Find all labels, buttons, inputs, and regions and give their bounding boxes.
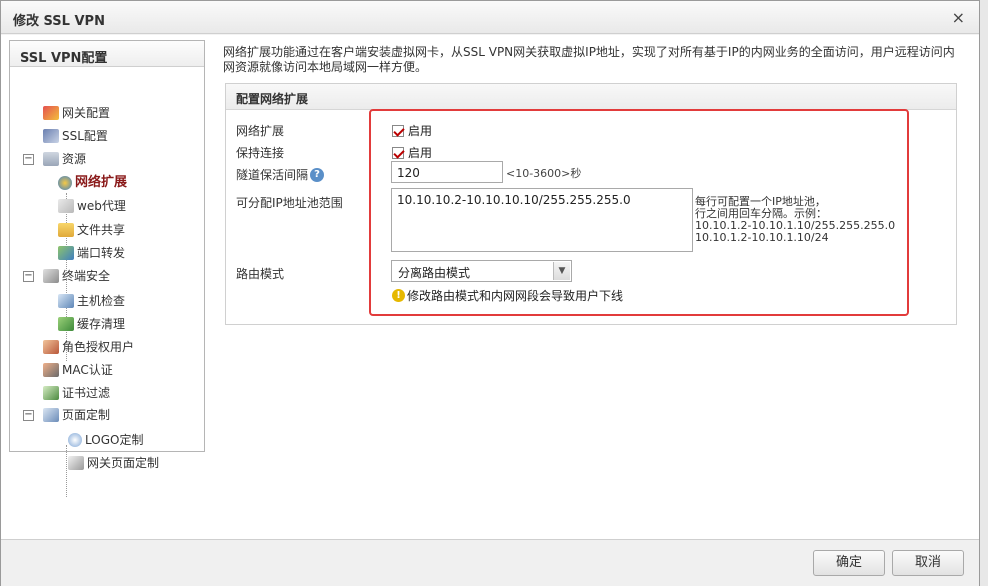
network-extension-description: 网络扩展功能通过在客户端安装虚拟网卡，从SSL VPN网关获取虚拟IP地址，实现… (223, 45, 955, 74)
tree-item-web-proxy[interactable]: web代理 (58, 196, 126, 216)
keepalive-label: 保持连接 (236, 146, 285, 160)
tree-item-label: 终端安全 (62, 269, 111, 283)
tree-item-mac-auth[interactable]: MAC认证 (43, 360, 113, 380)
warning-icon: ! (392, 289, 405, 302)
ip-pool-label: 可分配IP地址池范围 (236, 196, 343, 210)
network-extension-section: 配置网络扩展 网络扩展 启用 保持连接 启用 隧道保活间隔 ? 120 <10-… (225, 83, 957, 325)
tree-item-label: SSL配置 (62, 129, 108, 143)
folder-icon (58, 223, 74, 237)
route-warning: ! 修改路由模式和内网网段会导致用户下线 (392, 287, 623, 304)
host-check-icon (58, 294, 74, 308)
collapse-endpoint-security-toggle[interactable]: − (23, 271, 34, 282)
tree-item-page-custom[interactable]: 页面定制 (43, 405, 110, 425)
background-window-edge (980, 0, 988, 586)
tree-item-logo-custom[interactable]: LOGO定制 (68, 430, 143, 450)
checkbox-label: 启用 (408, 146, 433, 160)
tree-item-label: 角色授权用户 (62, 340, 135, 354)
dialog-title: 修改 SSL VPN (13, 14, 105, 29)
edit-ssl-vpn-dialog: 修改 SSL VPN × SSL VPN配置 网关配置 SSL配置 − 资源 网… (0, 0, 980, 586)
close-icon[interactable]: × (952, 8, 965, 27)
tree-item-network-extension[interactable]: 网络扩展 (58, 173, 127, 193)
tunnel-interval-text: 隧道保活间隔 (236, 168, 309, 182)
tree-header: SSL VPN配置 (10, 41, 204, 67)
route-warning-text: 修改路由模式和内网网段会导致用户下线 (407, 289, 624, 303)
help-icon[interactable]: ? (310, 167, 325, 182)
tree-item-cache-clean[interactable]: 缓存清理 (58, 314, 125, 334)
tree-item-label: MAC认证 (62, 363, 113, 377)
gateway-page-icon (68, 456, 84, 470)
tree-item-label: 证书过滤 (62, 386, 111, 400)
tree-item-label: 文件共享 (77, 223, 126, 237)
endpoint-security-icon (43, 269, 59, 283)
checkbox-label: 启用 (408, 124, 433, 138)
tunnel-interval-label: 隧道保活间隔 ? (236, 166, 325, 183)
tree-item-label: 页面定制 (62, 408, 111, 422)
ip-pool-textarea[interactable]: 10.10.10.2-10.10.10.10/255.255.255.0 (391, 188, 693, 252)
tree-item-label: 网络扩展 (75, 175, 128, 190)
config-tree-panel: SSL VPN配置 网关配置 SSL配置 − 资源 网络扩展 web代理 文件共… (9, 40, 205, 497)
tree-item-label: 主机检查 (77, 294, 126, 308)
port-forward-icon (58, 246, 74, 260)
globe-icon (58, 176, 72, 190)
collapse-page-custom-toggle[interactable]: − (23, 410, 34, 421)
tree-item-resources[interactable]: 资源 (43, 149, 86, 169)
cache-clean-icon (58, 317, 74, 331)
ok-button[interactable]: 确定 (813, 550, 885, 576)
route-mode-select[interactable]: 分离路由模式 ▼ (391, 260, 572, 282)
tree-item-label: 网关配置 (62, 106, 111, 120)
tree-item-endpoint-security[interactable]: 终端安全 (43, 266, 110, 286)
description-area: 网络扩展功能通过在客户端安装虚拟网卡，从SSL VPN网关获取虚拟IP地址，实现… (223, 45, 958, 75)
tree-item-gateway-page-custom[interactable]: 网关页面定制 (68, 453, 159, 473)
dialog-titlebar: 修改 SSL VPN × (1, 1, 979, 34)
route-mode-value: 分离路由模式 (398, 266, 471, 280)
tunnel-interval-hint: <10-3600>秒 (506, 167, 582, 180)
tree-item-cert-filter[interactable]: 证书过滤 (43, 383, 110, 403)
users-icon (43, 340, 59, 354)
tree-item-label: 资源 (62, 152, 87, 166)
tree-item-host-check[interactable]: 主机检查 (58, 291, 125, 311)
gateway-config-icon (43, 106, 59, 120)
collapse-resources-toggle[interactable]: − (23, 154, 34, 165)
keepalive-enable-checkbox[interactable]: 启用 (392, 144, 432, 161)
page-custom-icon (43, 408, 59, 422)
cancel-button[interactable]: 取消 (892, 550, 964, 576)
tunnel-interval-input[interactable]: 120 (391, 161, 503, 183)
tree-item-label: 端口转发 (77, 246, 126, 260)
tree-item-label: web代理 (77, 199, 126, 213)
tree-item-file-share[interactable]: 文件共享 (58, 220, 125, 240)
checkbox-checked[interactable] (392, 124, 404, 137)
tree-item-ssl-config[interactable]: SSL配置 (43, 126, 108, 146)
ip-pool-hint-line: 10.10.1.2-10.10.1.10/24 (695, 231, 829, 244)
tree-item-role-users[interactable]: 角色授权用户 (43, 337, 134, 357)
web-proxy-icon (58, 199, 74, 213)
net-ext-label: 网络扩展 (236, 124, 285, 138)
mac-auth-icon (43, 363, 59, 377)
route-mode-label: 路由模式 (236, 267, 285, 281)
ssl-config-icon (43, 129, 59, 143)
checkbox-checked[interactable] (392, 146, 404, 159)
chevron-down-icon[interactable]: ▼ (553, 262, 570, 280)
logo-icon (68, 433, 82, 447)
section-title: 配置网络扩展 (226, 84, 956, 110)
tree-item-label: 缓存清理 (77, 317, 126, 331)
database-icon (43, 152, 59, 166)
tree-item-label: 网关页面定制 (87, 456, 160, 470)
tree-item-label: LOGO定制 (85, 433, 144, 447)
certificate-icon (43, 386, 59, 400)
tree-item-gateway-config[interactable]: 网关配置 (43, 103, 110, 123)
ip-pool-hint: 每行可配置一个IP地址池， 行之间用回车分隔。示例： 10.10.1.2-10.… (695, 196, 895, 244)
net-ext-enable-checkbox[interactable]: 启用 (392, 122, 432, 139)
tree-item-port-forward[interactable]: 端口转发 (58, 243, 125, 263)
dialog-footer: 确定 取消 (1, 539, 979, 586)
dialog-content: SSL VPN配置 网关配置 SSL配置 − 资源 网络扩展 web代理 文件共… (1, 35, 979, 539)
